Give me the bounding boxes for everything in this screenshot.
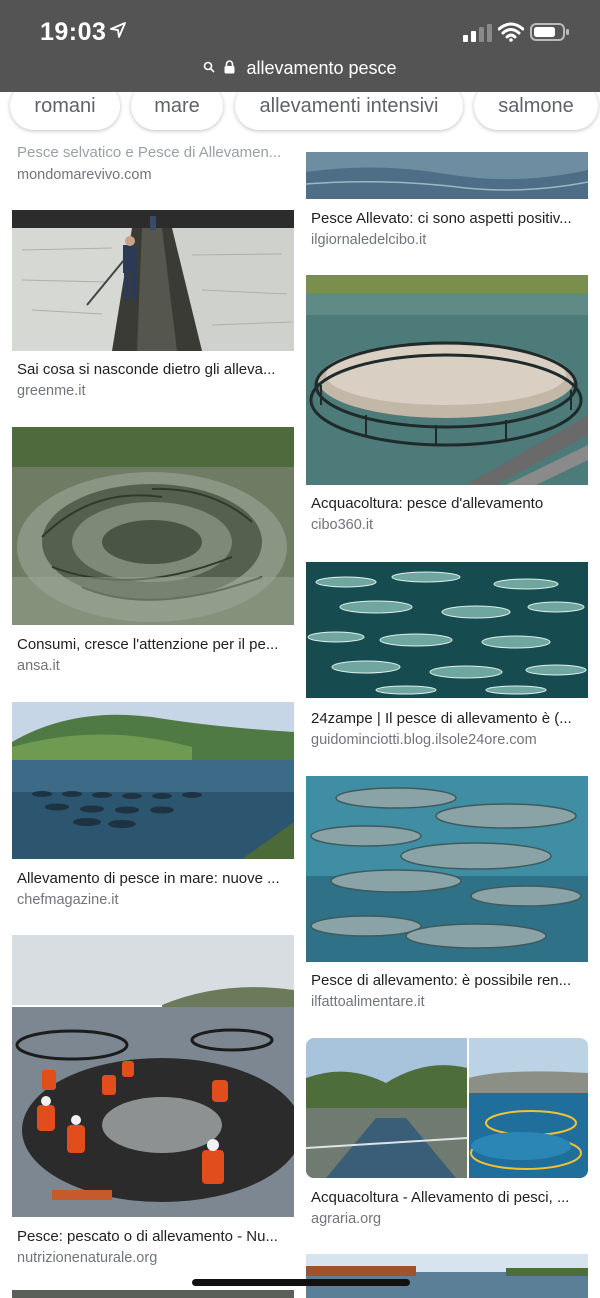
result-thumbnail: [306, 1254, 588, 1298]
result-source: mondomarevivo.com: [17, 167, 152, 183]
lock-icon: [224, 60, 235, 74]
result-source: nutrizionenaturale.org: [17, 1250, 158, 1266]
result-thumbnail: [306, 562, 588, 698]
result-source: cibo360.it: [311, 517, 374, 533]
image-result-card[interactable]: [300, 1254, 600, 1298]
home-indicator[interactable]: [192, 1279, 410, 1286]
search-icon: [203, 61, 216, 73]
result-title: Acquacoltura: pesce d'allevamento: [311, 495, 544, 512]
result-thumbnail: [306, 1038, 588, 1178]
result-source: agraria.org: [311, 1211, 382, 1227]
result-title: Consumi, cresce l'attenzione per il pe..…: [17, 636, 279, 653]
location-arrow-icon: [110, 22, 126, 38]
image-result-card[interactable]: [0, 1290, 300, 1298]
battery-icon: [530, 23, 569, 41]
result-thumbnail: [12, 427, 294, 625]
result-source: guidominciotti.blog.ilsole24ore.com: [311, 732, 537, 748]
result-title: Pesce selvatico e Pesce di Allevamen...: [17, 144, 282, 161]
result-thumbnail: [12, 935, 294, 1217]
result-source: chefmagazine.it: [17, 892, 119, 908]
address-bar[interactable]: allevamento pesce: [0, 56, 600, 84]
wifi-icon: [498, 22, 524, 42]
image-result-card[interactable]: 24zampe | Il pesce di allevamento è (...…: [300, 562, 600, 754]
cellular-signal-icon: [463, 24, 492, 42]
result-thumbnail: [306, 776, 588, 962]
result-thumbnail: [12, 210, 294, 351]
result-thumbnail: [306, 275, 588, 485]
image-result-card[interactable]: Acquacoltura - Allevamento di pesci, ...…: [300, 1038, 600, 1233]
image-result-card[interactable]: Pesce di allevamento: è possibile ren...…: [300, 776, 600, 1016]
result-title: Sai cosa si nasconde dietro gli alleva..…: [17, 361, 276, 378]
image-result-card[interactable]: Sai cosa si nasconde dietro gli alleva..…: [0, 210, 300, 405]
result-thumbnail: [306, 152, 588, 199]
result-title: Allevamento di pesce in mare: nuove ...: [17, 870, 280, 887]
result-title: Acquacoltura - Allevamento di pesci, ...: [311, 1189, 570, 1206]
result-thumbnail: [12, 702, 294, 859]
result-source: greenme.it: [17, 383, 86, 399]
image-result-card[interactable]: Pesce selvatico e Pesce di Allevamen... …: [0, 140, 300, 190]
clock: 19:03: [40, 18, 107, 46]
result-title: Pesce Allevato: ci sono aspetti positiv.…: [311, 210, 572, 227]
image-result-card[interactable]: Consumi, cresce l'attenzione per il pe..…: [0, 427, 300, 682]
status-bar: 19:03 allevamento pesce: [0, 0, 600, 92]
result-source: ansa.it: [17, 658, 60, 674]
result-source: ilgiornaledelcibo.it: [311, 232, 427, 248]
result-title: Pesce di allevamento: è possibile ren...: [311, 972, 572, 989]
image-result-card[interactable]: Acquacoltura: pesce d'allevamento cibo36…: [300, 275, 600, 540]
image-result-card[interactable]: Pesce: pescato o di allevamento - Nu... …: [0, 935, 300, 1270]
image-result-card[interactable]: Allevamento di pesce in mare: nuove ... …: [0, 702, 300, 912]
result-title: Pesce: pescato o di allevamento - Nu...: [17, 1228, 278, 1245]
result-title: 24zampe | Il pesce di allevamento è (...: [311, 710, 572, 727]
result-thumbnail: [12, 1290, 294, 1298]
result-source: ilfattoalimentare.it: [311, 994, 425, 1010]
image-result-card[interactable]: Pesce Allevato: ci sono aspetti positiv.…: [300, 140, 600, 252]
url-text: allevamento pesce: [246, 58, 397, 78]
